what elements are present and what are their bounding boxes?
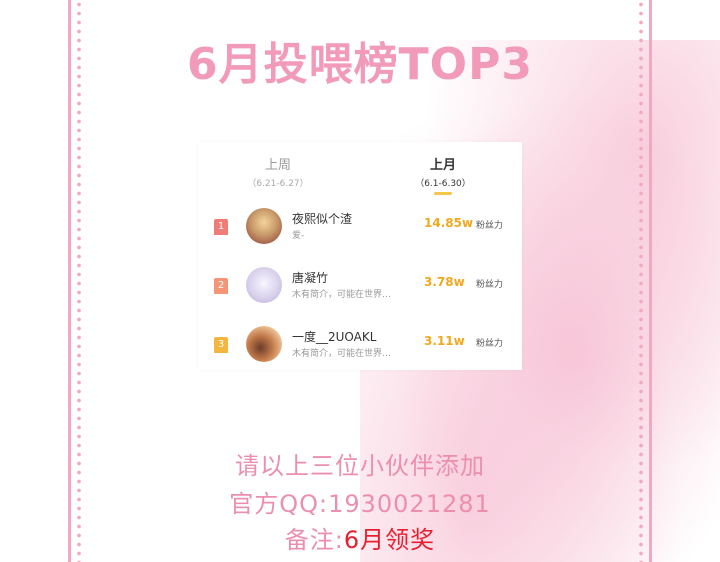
- leaderboard-card: 上周 （6.21-6.27） 上月 （6.1-6.30） 1 夜熙似个渣 爱- …: [198, 142, 522, 370]
- rank-badge: 3: [214, 337, 228, 353]
- user-name: 夜熙似个渣: [292, 212, 353, 226]
- avatar[interactable]: [246, 267, 282, 303]
- user-description: 木有简介，可能在世界…: [292, 290, 392, 300]
- avatar[interactable]: [246, 326, 282, 362]
- fan-power-unit: 粉丝力: [476, 221, 504, 231]
- ranking-row[interactable]: 3 一度__2UOAKL 木有简介，可能在世界… 3.11w 粉丝力: [198, 324, 522, 374]
- tab-label: 上周: [264, 158, 291, 173]
- rank-badge: 1: [214, 219, 228, 235]
- tab-range: （6.21-6.27）: [247, 179, 309, 189]
- tab-last-week[interactable]: 上周 （6.21-6.27）: [238, 154, 318, 189]
- tab-label: 上月: [429, 158, 456, 173]
- notice-prefix: 备注:: [284, 526, 344, 554]
- fan-power-score: 3.78w: [424, 275, 465, 289]
- user-name: 唐凝竹: [292, 271, 329, 285]
- avatar[interactable]: [246, 208, 282, 244]
- ranking-row[interactable]: 2 唐凝竹 木有简介，可能在世界… 3.78w 粉丝力: [198, 265, 522, 315]
- tab-range: （6.1-6.30）: [415, 179, 471, 189]
- tab-last-month[interactable]: 上月 （6.1-6.30）: [398, 154, 488, 195]
- rank-badge: 2: [214, 278, 228, 294]
- notice-line-2: 官方QQ:1930021281: [229, 490, 491, 518]
- notice-highlight: 6月领奖: [343, 526, 436, 554]
- fan-power-unit: 粉丝力: [476, 339, 504, 349]
- active-tab-indicator: [434, 192, 452, 195]
- ranking-row[interactable]: 1 夜熙似个渣 爱- 14.85w 粉丝力: [198, 206, 522, 256]
- user-description: 木有简介，可能在世界…: [292, 349, 392, 359]
- fan-power-score: 3.11w: [424, 334, 465, 348]
- user-description: 爱-: [292, 231, 305, 241]
- fan-power-unit: 粉丝力: [476, 280, 504, 290]
- page-title: 6月投喂榜TOP3: [187, 39, 533, 90]
- user-name: 一度__2UOAKL: [292, 330, 377, 344]
- fan-power-score: 14.85w: [424, 216, 474, 230]
- notice-line-3: 备注:6月领奖: [0, 520, 720, 555]
- notice-line-1: 请以上三位小伙伴添加: [235, 452, 485, 480]
